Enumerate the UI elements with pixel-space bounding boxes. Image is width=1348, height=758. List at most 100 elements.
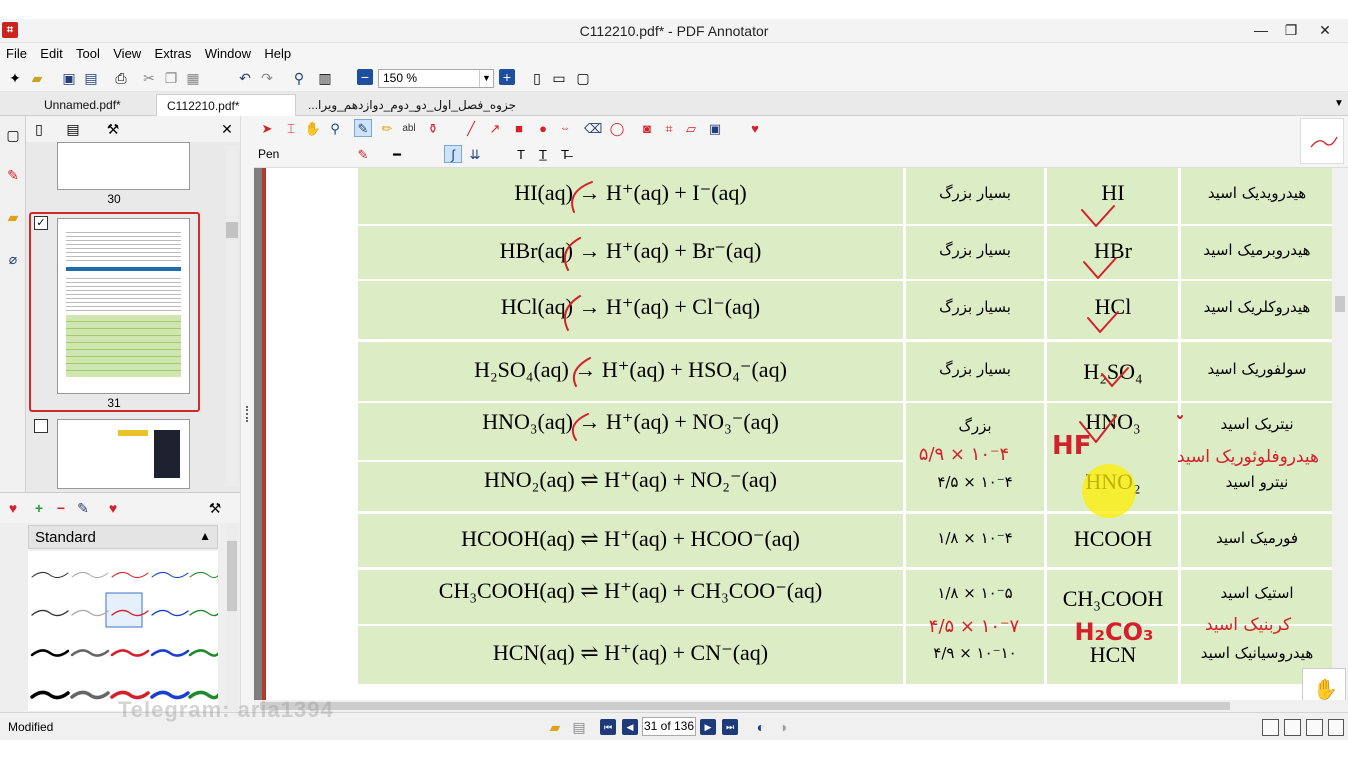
print-icon[interactable]: ⎙ bbox=[112, 69, 130, 87]
ellipse-tool-icon[interactable]: ● bbox=[534, 120, 552, 138]
zoom-tool-icon[interactable]: ⚲ bbox=[326, 120, 344, 138]
close-panel-icon[interactable]: ✕ bbox=[218, 120, 236, 138]
hand-icon[interactable]: ✋ bbox=[304, 120, 322, 138]
paste-icon[interactable]: ▦ bbox=[184, 69, 202, 87]
fit-width-icon[interactable]: ▭ bbox=[550, 69, 568, 87]
page-number-field[interactable]: 31 of 136 bbox=[642, 717, 696, 736]
find-icon[interactable]: ⚲ bbox=[290, 69, 308, 87]
menu-tool[interactable]: Tool bbox=[72, 43, 104, 64]
text-strike-icon[interactable]: T̶ bbox=[556, 146, 574, 164]
tab-jozveh[interactable]: جزوه_فصل_اول_دو_دوم_دوازدهم_ویرا... bbox=[308, 94, 526, 116]
menu-file[interactable]: File bbox=[2, 43, 31, 64]
insert-image-icon[interactable]: ▣ bbox=[706, 120, 724, 138]
pen-category-header[interactable]: Standard ▲ bbox=[28, 525, 218, 549]
page-icon[interactable]: ▯ bbox=[30, 120, 48, 138]
go-forward-icon[interactable]: ◑ bbox=[774, 718, 792, 736]
menu-window[interactable]: Window bbox=[201, 43, 255, 64]
attachments-icon[interactable]: ⌀ bbox=[4, 250, 22, 268]
camera-icon[interactable]: ◙ bbox=[638, 120, 656, 138]
vertical-scroll-thumb[interactable] bbox=[1335, 296, 1345, 312]
current-pen-preview[interactable] bbox=[1300, 118, 1344, 164]
next-page-icon[interactable]: ▶ bbox=[700, 719, 716, 735]
zoom-combo[interactable]: 150 % ▼ bbox=[378, 69, 494, 88]
two-page-continuous-view-icon[interactable] bbox=[1328, 719, 1344, 736]
copy-icon[interactable]: ❐ bbox=[162, 69, 180, 87]
minimize-button[interactable]: — bbox=[1246, 21, 1276, 39]
undo-icon[interactable]: ↶ bbox=[236, 69, 254, 87]
zoom-in-icon[interactable]: + bbox=[499, 69, 515, 85]
tab-list-chevron-icon[interactable]: ▼ bbox=[1330, 95, 1348, 113]
restore-button[interactable]: ❐ bbox=[1276, 21, 1306, 39]
thumbnail-page-31[interactable] bbox=[57, 218, 190, 394]
chevron-up-icon[interactable]: ▲ bbox=[199, 529, 211, 543]
favorites-menu-heart-icon[interactable]: ♥ bbox=[746, 120, 764, 138]
two-page-view-icon[interactable] bbox=[1306, 719, 1323, 736]
menu-help[interactable]: Help bbox=[260, 43, 295, 64]
full-screen-icon[interactable]: ▢ bbox=[574, 69, 592, 87]
previous-page-icon[interactable]: ◀ bbox=[622, 719, 638, 735]
open-folder-icon[interactable]: ▰ bbox=[28, 69, 46, 87]
splitter-grip[interactable] bbox=[246, 406, 249, 422]
new-document-icon[interactable]: ✦ bbox=[6, 69, 24, 87]
favorite-heart-icon[interactable]: ♥ bbox=[104, 499, 122, 517]
smooth-stroke-icon[interactable]: ∫ bbox=[444, 145, 462, 163]
redo-icon[interactable]: ↷ bbox=[258, 69, 276, 87]
crop-icon[interactable]: ⌗ bbox=[660, 120, 678, 138]
thumbnails-scrollbar[interactable] bbox=[226, 146, 238, 486]
textbox-tool-icon[interactable]: abl bbox=[400, 120, 418, 138]
thumbnail-view-icon[interactable]: ▤ bbox=[64, 120, 82, 138]
horizontal-scroll-thumb[interactable] bbox=[260, 702, 1230, 710]
thumbnail-page-32[interactable] bbox=[57, 419, 190, 489]
thumbnails-icon[interactable]: ▢ bbox=[4, 126, 22, 144]
go-back-icon[interactable]: ◐ bbox=[752, 718, 770, 736]
recent-folder-icon[interactable]: ▰ bbox=[546, 718, 564, 736]
eraser-icon[interactable]: ⌫ bbox=[584, 120, 602, 138]
remove-icon[interactable]: − bbox=[52, 499, 70, 517]
text-format-icon[interactable]: T bbox=[512, 146, 530, 164]
edit-pen-icon[interactable]: ✎ bbox=[74, 499, 92, 517]
page-export-icon[interactable]: ▤ bbox=[570, 718, 588, 736]
document-view[interactable]: HI(aq) → H⁺(aq) + I⁻(aq) بسیار بزرگ HI ه… bbox=[254, 168, 1332, 700]
pen-settings-wrench-icon[interactable]: ⚒ bbox=[206, 499, 224, 517]
lasso-icon[interactable]: ◯ bbox=[608, 120, 626, 138]
cut-icon[interactable]: ✂ bbox=[140, 69, 158, 87]
fit-page-icon[interactable]: ▯ bbox=[528, 69, 546, 87]
arrow-tool-icon[interactable]: ↗ bbox=[486, 120, 504, 138]
highlighter-tool-icon[interactable]: ✏ bbox=[378, 120, 396, 138]
text-underline-icon[interactable]: T̲ bbox=[534, 146, 552, 164]
tab-c112210[interactable]: C112210.pdf* bbox=[156, 94, 296, 116]
menu-view[interactable]: View bbox=[109, 43, 145, 64]
annotations-icon[interactable]: ✎ bbox=[4, 166, 22, 184]
first-page-icon[interactable]: ⏮ bbox=[600, 719, 616, 735]
zoom-out-icon[interactable]: − bbox=[357, 69, 373, 85]
menu-edit[interactable]: Edit bbox=[36, 43, 66, 64]
pen-panel-scrollbar[interactable] bbox=[226, 523, 238, 711]
pen-preset-strokes[interactable] bbox=[28, 551, 222, 711]
text-select-icon[interactable]: ⌶ bbox=[282, 120, 300, 138]
bookmarks-icon[interactable]: ▰ bbox=[4, 208, 22, 226]
single-page-view-icon[interactable] bbox=[1262, 719, 1279, 736]
close-button[interactable]: ✕ bbox=[1310, 21, 1340, 39]
last-page-icon[interactable]: ⏭ bbox=[722, 719, 738, 735]
vertical-scrollbar[interactable] bbox=[1332, 168, 1348, 700]
page-layout-icon[interactable]: ▥ bbox=[316, 69, 334, 87]
pen-tool-icon[interactable]: ✎ bbox=[354, 119, 372, 137]
pen-color-icon[interactable]: ✎ bbox=[354, 146, 372, 164]
continuous-view-icon[interactable] bbox=[1284, 719, 1301, 736]
measure-tool-icon[interactable]: ⇔ bbox=[556, 120, 574, 138]
thumbnail-checkbox-31[interactable]: ✓ bbox=[34, 216, 48, 230]
save-as-icon[interactable]: ▤ bbox=[82, 69, 100, 87]
select-arrow-icon[interactable]: ➤ bbox=[258, 120, 276, 138]
panel-splitter[interactable] bbox=[240, 116, 254, 712]
line-tool-icon[interactable]: ╱ bbox=[462, 120, 480, 138]
thumbnails-scroll-thumb[interactable] bbox=[226, 222, 238, 238]
ruler-icon[interactable]: ▱ bbox=[682, 120, 700, 138]
thumbnail-checkbox-32[interactable] bbox=[34, 419, 48, 433]
thumbnail-page-30[interactable] bbox=[57, 142, 190, 190]
tab-unnamed[interactable]: Unnamed.pdf* bbox=[34, 94, 131, 116]
save-icon[interactable]: ▣ bbox=[60, 69, 78, 87]
horizontal-scrollbar[interactable] bbox=[254, 700, 1348, 712]
wrench-icon[interactable]: ⚒ bbox=[104, 120, 122, 138]
add-icon[interactable]: + bbox=[30, 499, 48, 517]
line-width-icon[interactable]: ━ bbox=[388, 146, 406, 164]
